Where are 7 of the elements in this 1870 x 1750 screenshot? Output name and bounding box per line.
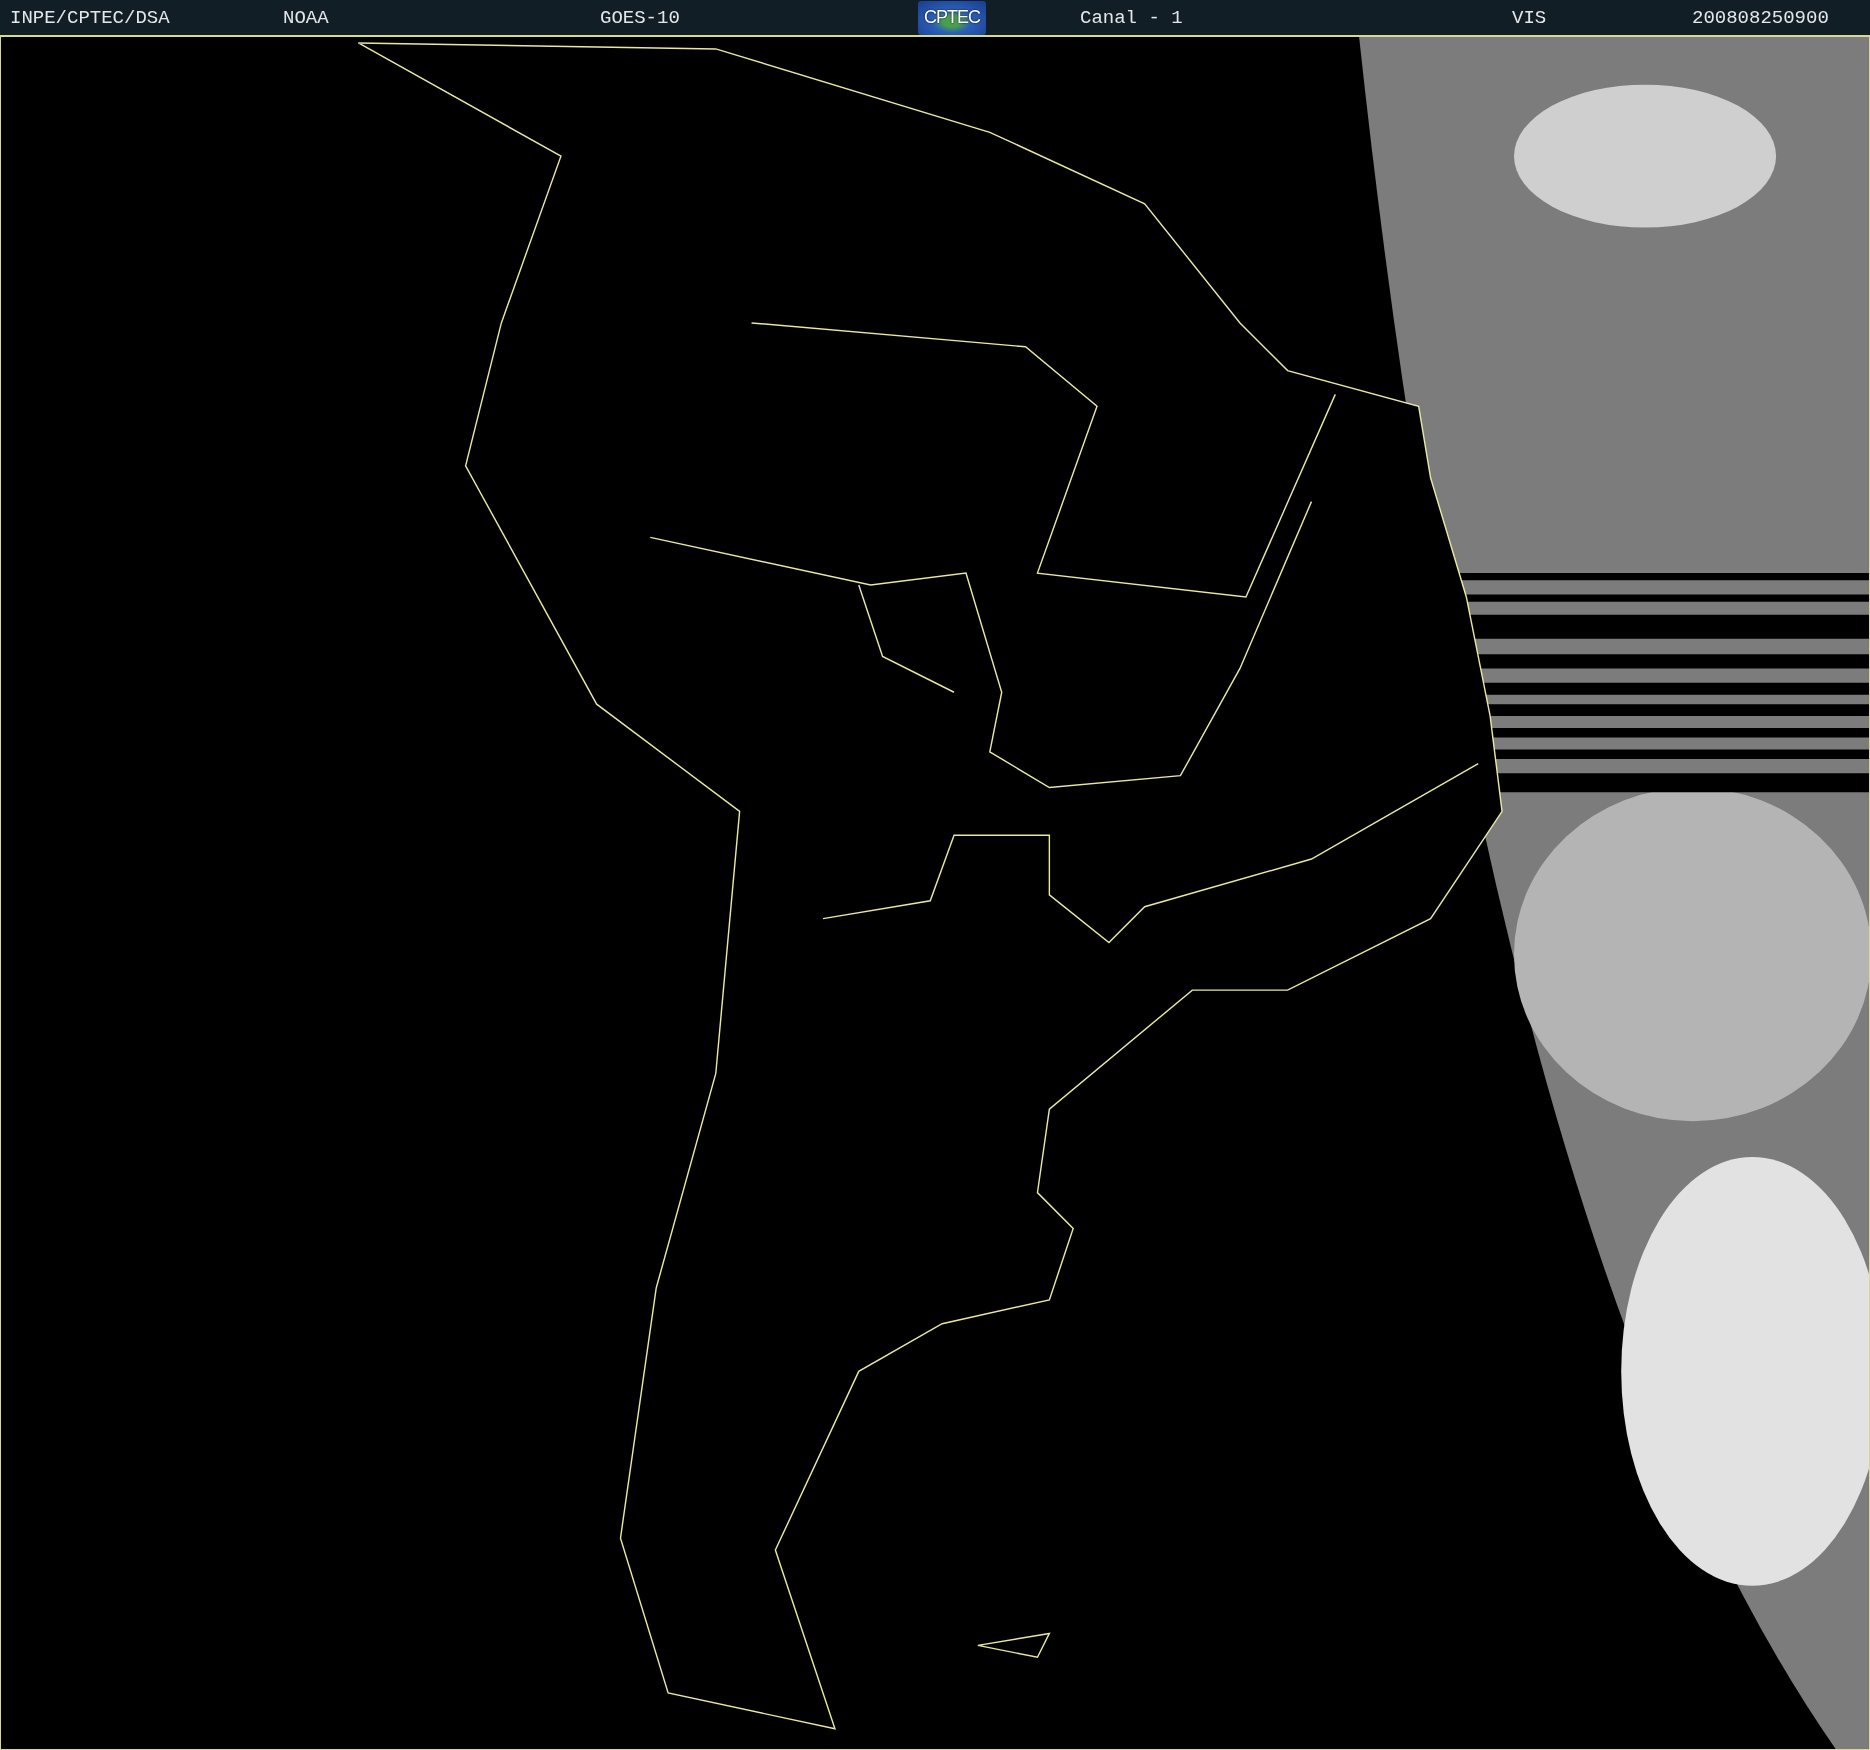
source-label: INPE/CPTEC/DSA <box>10 6 171 29</box>
channel-label: Canal - 1 <box>1080 6 1184 29</box>
agency-label: NOAA <box>283 6 330 29</box>
timestamp-label: 200808250900 <box>1692 6 1829 29</box>
band-label: VIS <box>1512 6 1548 29</box>
satellite-label: GOES-10 <box>600 6 681 29</box>
logo: CPTEC <box>918 0 986 35</box>
